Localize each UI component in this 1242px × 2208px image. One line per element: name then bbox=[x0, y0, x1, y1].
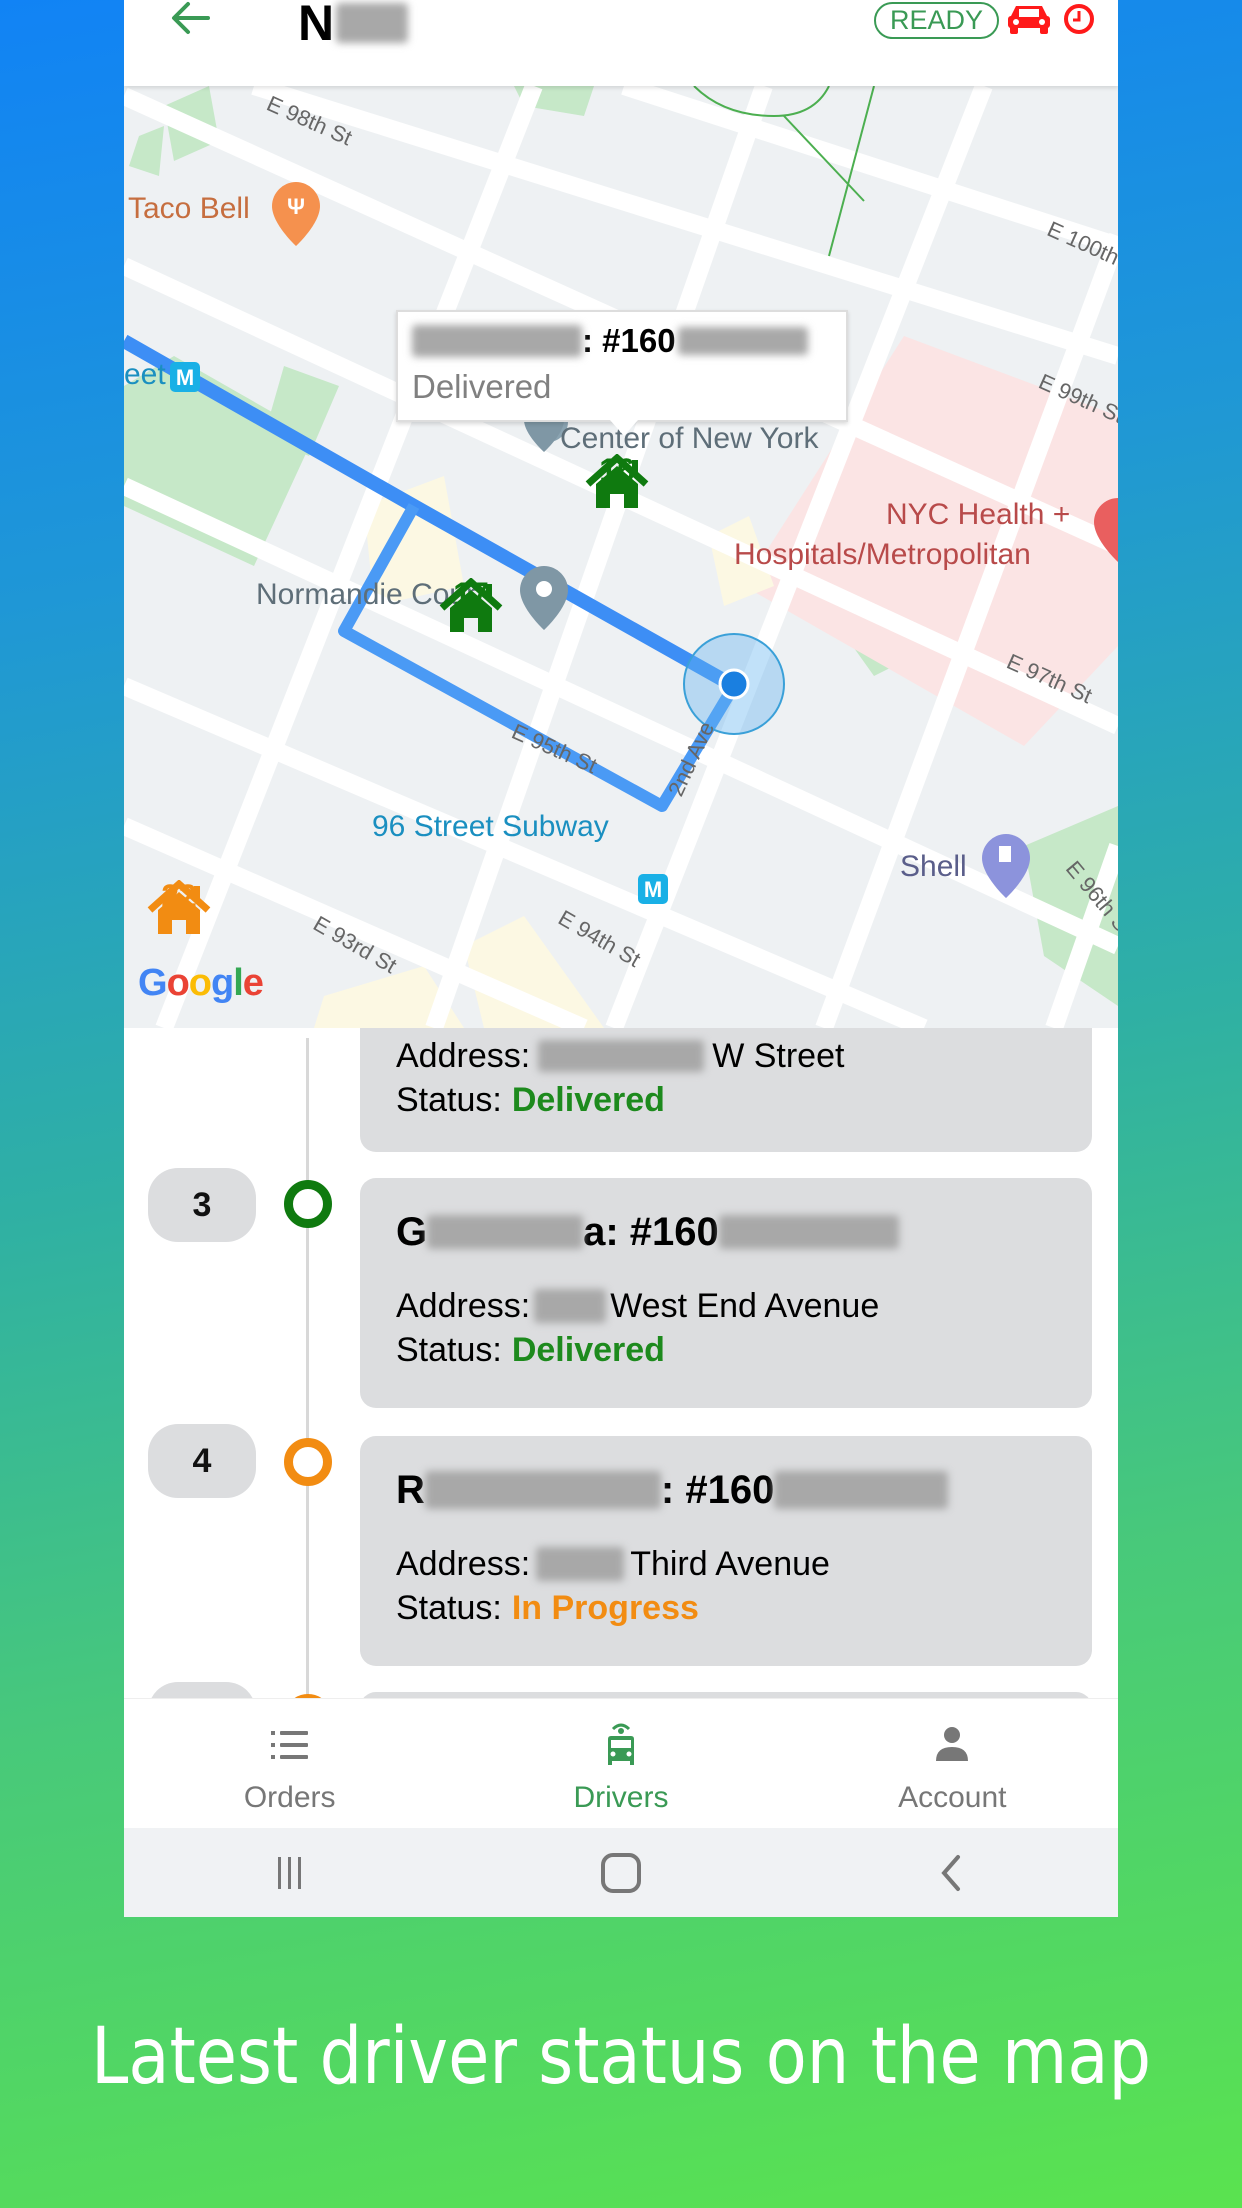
timeline-line bbox=[306, 1038, 309, 1698]
list-icon bbox=[270, 1731, 308, 1759]
system-navigation-bar bbox=[124, 1828, 1118, 1917]
order-status: Status: In Progress bbox=[396, 1586, 1056, 1630]
redacted-name bbox=[424, 1471, 661, 1509]
delivery-marker[interactable]: 16 bbox=[584, 454, 650, 508]
recent-apps-button[interactable] bbox=[260, 1843, 320, 1903]
info-window-title: : #160 bbox=[412, 318, 832, 364]
order-address: Address: W Street bbox=[396, 1037, 845, 1075]
poi-label[interactable]: 96 Street Subway bbox=[372, 810, 609, 844]
bottom-navigation: Orders Drivers Account bbox=[124, 1698, 1118, 1828]
house-icon bbox=[585, 454, 649, 508]
status-value: In Progress bbox=[511, 1589, 699, 1627]
svg-text:M: M bbox=[644, 877, 662, 902]
house-icon bbox=[147, 880, 211, 934]
park-area bbox=[129, 126, 164, 176]
marker-info-window[interactable]: : #160 Delivered bbox=[396, 310, 848, 436]
order-card[interactable]: G a: #160 Address: West End Avenue Statu… bbox=[360, 1178, 1092, 1408]
order-status: Status: Delivered bbox=[396, 1328, 1056, 1372]
promo-caption: Latest driver status on the map bbox=[90, 2012, 1152, 2102]
phone-screen: N READY Ψ M M E 98th St E 100th E 99th S… bbox=[124, 0, 1118, 1917]
step-number-badge: 3 bbox=[148, 1168, 256, 1242]
redacted-address bbox=[534, 1289, 607, 1323]
status-badge: READY bbox=[874, 2, 1000, 39]
step-number-badge bbox=[148, 1682, 256, 1698]
car-icon bbox=[1008, 6, 1050, 34]
poi-label[interactable]: NYC Health + bbox=[886, 498, 1070, 532]
nav-tab-drivers[interactable]: Drivers bbox=[455, 1699, 786, 1828]
back-icon bbox=[941, 1854, 961, 1891]
order-title: G a: #160 bbox=[396, 1206, 1056, 1258]
redacted-address bbox=[536, 1547, 625, 1581]
order-status: Status: Delivered bbox=[396, 1078, 1056, 1122]
order-timeline-list[interactable]: Address: W Street Status: Delivered 3 G … bbox=[124, 1028, 1118, 1698]
house-icon bbox=[439, 578, 503, 632]
nav-label: Account bbox=[898, 1781, 1007, 1814]
map-view[interactable]: Ψ M M E 98th St E 100th St E 99th St E 9… bbox=[124, 86, 1118, 1028]
order-address: Address: Third Avenue bbox=[396, 1545, 830, 1583]
status-value: Delivered bbox=[511, 1081, 665, 1119]
app-header: N READY bbox=[124, 0, 1118, 86]
redacted-name bbox=[427, 1215, 584, 1249]
clock-icon bbox=[1064, 4, 1094, 34]
redacted-order-number bbox=[718, 1215, 899, 1249]
order-address: Address: West End Avenue bbox=[396, 1287, 880, 1325]
step-status-dot bbox=[284, 1180, 332, 1228]
delivery-marker[interactable]: 22 bbox=[146, 880, 212, 934]
order-card[interactable]: Address: W Street Status: Delivered bbox=[360, 1028, 1092, 1152]
system-back-button[interactable] bbox=[922, 1843, 982, 1903]
poi-label[interactable]: Taco Bell bbox=[128, 192, 250, 226]
redacted-name bbox=[412, 325, 582, 357]
order-card[interactable]: R : #160 Address: Third Avenue Status: I… bbox=[360, 1436, 1092, 1666]
svg-text:M: M bbox=[176, 365, 194, 390]
redacted-name bbox=[336, 3, 409, 43]
nav-label: Drivers bbox=[573, 1781, 669, 1814]
step-status-dot bbox=[284, 1438, 332, 1486]
person-icon bbox=[936, 1727, 969, 1761]
nav-label: Orders bbox=[243, 1781, 336, 1814]
step-number-badge: 4 bbox=[148, 1424, 256, 1498]
home-icon bbox=[600, 1852, 641, 1893]
home-button[interactable] bbox=[591, 1843, 651, 1903]
nav-tab-account[interactable]: Account bbox=[787, 1699, 1118, 1828]
poi-label: eet bbox=[124, 358, 166, 391]
taxi-icon bbox=[607, 1723, 634, 1765]
svg-text:Ψ: Ψ bbox=[287, 194, 305, 219]
driver-name-title: N bbox=[298, 0, 409, 52]
status-value: Delivered bbox=[511, 1331, 665, 1369]
info-window-status: Delivered bbox=[412, 368, 552, 405]
redacted-order-number bbox=[677, 327, 808, 355]
order-title: R : #160 bbox=[396, 1464, 1056, 1516]
place-pin-icon bbox=[520, 566, 568, 630]
back-arrow-icon[interactable] bbox=[164, 0, 224, 40]
poi-label[interactable]: Shell bbox=[900, 850, 967, 884]
google-attribution: Google bbox=[138, 962, 264, 1004]
nav-tab-orders[interactable]: Orders bbox=[124, 1699, 455, 1828]
recent-apps-icon bbox=[277, 1856, 301, 1889]
redacted-order-number bbox=[774, 1471, 949, 1509]
delivery-marker[interactable]: 17 bbox=[438, 578, 504, 632]
poi-label[interactable]: Center of New York bbox=[560, 422, 818, 456]
redacted-address bbox=[538, 1040, 705, 1072]
poi-label[interactable]: Hospitals/Metropolitan bbox=[734, 538, 1031, 572]
